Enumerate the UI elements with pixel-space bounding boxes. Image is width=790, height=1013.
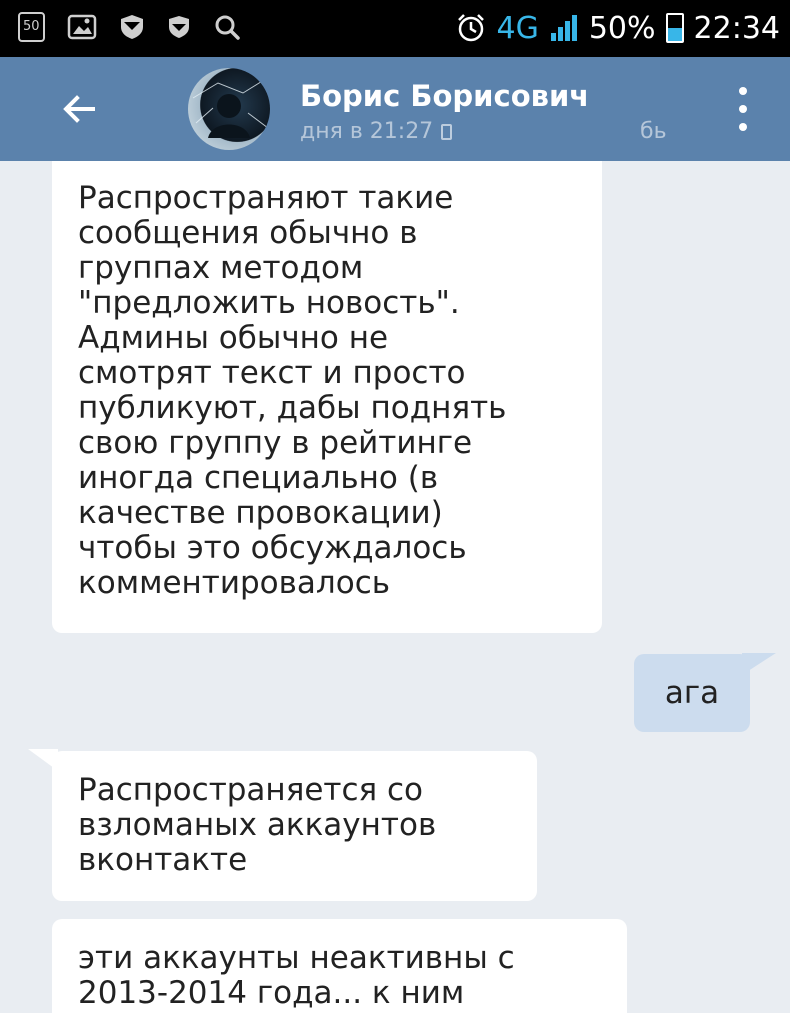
avatar[interactable] <box>188 68 270 150</box>
incoming-message[interactable]: Распространяется со взломаных аккаунтов … <box>52 751 537 901</box>
last-seen: дня в 21:27 <box>300 119 453 144</box>
incoming-message[interactable]: Распространяют такие сообщения обычно в … <box>52 161 602 633</box>
box-50-icon: 50 <box>18 12 45 42</box>
status-bar: 50 4G 50% 22:34 <box>0 0 790 57</box>
clock: 22:34 <box>693 10 780 46</box>
battery-percent: 50% <box>588 10 656 46</box>
message-text: Распространяют такие сообщения обычно в … <box>78 180 507 601</box>
mobile-icon <box>441 123 453 140</box>
shield-icon <box>167 12 191 42</box>
status-icons-left: 50 <box>18 12 241 42</box>
last-seen-text: дня в 21:27 <box>300 119 434 144</box>
contact-name[interactable]: Борис Борисович <box>300 79 589 113</box>
header-extra-text: бь <box>640 119 667 144</box>
menu-dot <box>739 87 747 95</box>
search-icon <box>213 12 241 42</box>
message-text: ага <box>664 674 720 711</box>
battery-icon <box>665 13 684 43</box>
network-type: 4G <box>496 10 539 46</box>
alarm-icon <box>455 13 487 43</box>
message-list[interactable]: Распространяют такие сообщения обычно в … <box>0 161 790 1013</box>
message-text: Распространяется со взломаных аккаунтов … <box>78 772 437 878</box>
shield-icon <box>119 12 145 42</box>
menu-dot <box>739 123 747 131</box>
message-text: эти аккаунты неактивны с 2013-2014 года.… <box>78 940 515 1011</box>
status-icons-right: 4G 50% 22:34 <box>455 6 780 50</box>
more-options-button[interactable] <box>728 87 758 131</box>
signal-icon <box>549 13 579 43</box>
chat-header: Борис Борисович дня в 21:27 бь <box>0 57 790 161</box>
incoming-message[interactable]: эти аккаунты неактивны с 2013-2014 года.… <box>52 919 627 1013</box>
image-icon <box>67 12 97 42</box>
outgoing-message[interactable]: ага <box>634 654 750 732</box>
arrow-left-icon <box>63 95 95 123</box>
back-button[interactable] <box>55 85 103 133</box>
menu-dot <box>739 105 747 113</box>
